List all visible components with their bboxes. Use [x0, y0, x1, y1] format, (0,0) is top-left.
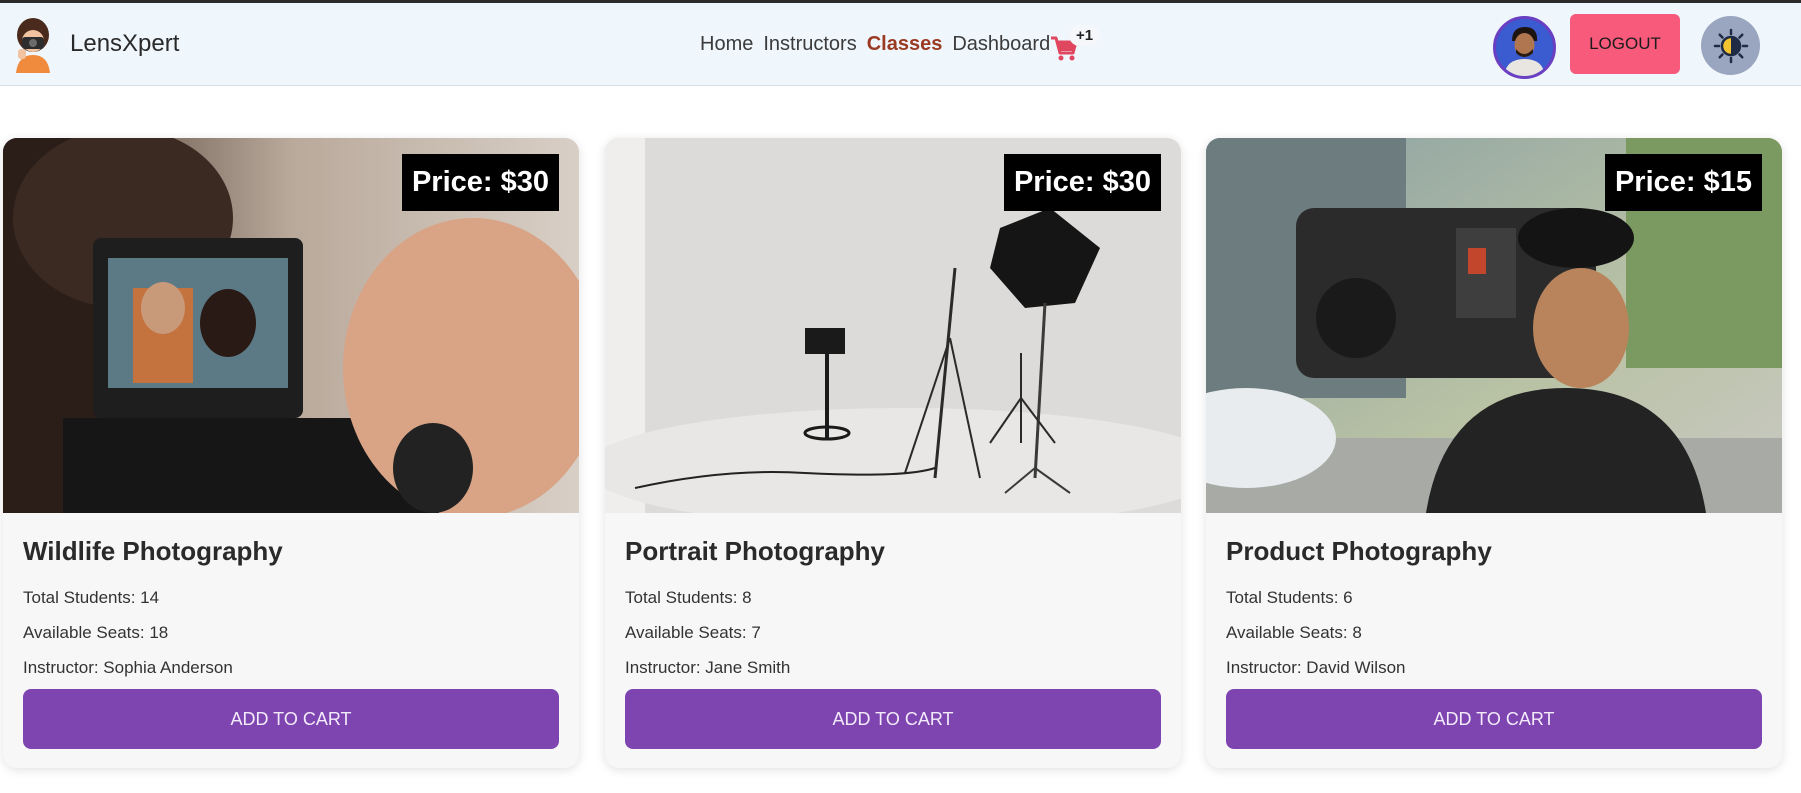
available-seats: Available Seats: 7 — [625, 623, 761, 642]
nav-home[interactable]: Home — [700, 33, 753, 56]
add-to-cart-button[interactable]: ADD TO CART — [23, 689, 559, 749]
nav-dashboard[interactable]: Dashboard — [952, 33, 1050, 56]
class-image: Price: $15 — [1206, 138, 1782, 513]
brand-name: LensXpert — [70, 30, 180, 57]
avatar-portrait — [1496, 19, 1553, 76]
class-card: Price: $30 Portrait Photography Total St… — [605, 138, 1181, 768]
instructor-name: Instructor: Jane Smith — [625, 658, 791, 677]
add-to-cart-button[interactable]: ADD TO CART — [625, 689, 1161, 749]
price-tag: Price: $30 — [1003, 154, 1161, 211]
nav-instructors[interactable]: Instructors — [763, 33, 856, 56]
available-seats: Available Seats: 8 — [1226, 623, 1362, 642]
price-tag: Price: $15 — [1604, 154, 1762, 211]
class-title: Product Photography — [1226, 536, 1492, 566]
cart-count-badge: +1 — [1069, 25, 1101, 46]
logout-button[interactable]: LOGOUT — [1570, 14, 1680, 74]
class-card: Price: $15 Product Photography Total Stu… — [1206, 138, 1782, 768]
cart-button[interactable]: +1 — [1049, 25, 1109, 65]
instructor-name: Instructor: David Wilson — [1226, 658, 1406, 677]
class-image: Price: $30 — [605, 138, 1181, 513]
class-title: Portrait Photography — [625, 536, 886, 566]
sun-theme-icon — [1713, 28, 1748, 63]
class-card: Price: $30 Wildlife Photography Total St… — [3, 138, 579, 768]
class-title: Wildlife Photography — [23, 536, 283, 566]
theme-toggle-button[interactable] — [1701, 16, 1760, 75]
main-nav: Home Instructors Classes Dashboard — [700, 33, 1060, 56]
total-students: Total Students: 8 — [625, 588, 752, 607]
photographer-logo-icon — [16, 18, 50, 73]
navbar: LensXpert Home Instructors Classes Dashb… — [0, 3, 1801, 86]
instructor-name: Instructor: Sophia Anderson — [23, 658, 233, 677]
price-tag: Price: $30 — [401, 154, 559, 211]
nav-classes[interactable]: Classes — [867, 33, 943, 56]
total-students: Total Students: 14 — [23, 588, 160, 607]
add-to-cart-button[interactable]: ADD TO CART — [1226, 689, 1762, 749]
user-avatar[interactable] — [1493, 16, 1556, 79]
available-seats: Available Seats: 18 — [23, 623, 169, 642]
total-students: Total Students: 6 — [1226, 588, 1353, 607]
class-image: Price: $30 — [3, 138, 579, 513]
brand[interactable]: LensXpert — [10, 15, 179, 73]
